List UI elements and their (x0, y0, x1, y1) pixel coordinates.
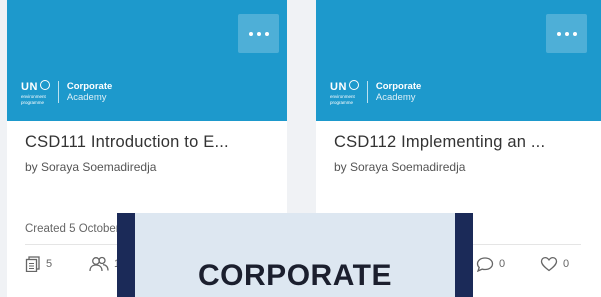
created-date: Created 5 October (25, 223, 120, 235)
overlay-panel: CORPORATE (135, 213, 455, 297)
course-title[interactable]: CSD112 Implementing an ... (334, 133, 581, 152)
logo-academy-line1: Corporate (66, 81, 113, 92)
globe-icon (39, 79, 50, 90)
likes-count: 0 (563, 258, 570, 270)
logo-un-text: UN (330, 80, 347, 93)
logo-divider (366, 81, 368, 103)
documents-icon (25, 256, 40, 272)
course-author: by Soraya Soemadiredja (334, 160, 466, 174)
logo-sub-1: environment (330, 93, 355, 99)
dot-icon (256, 31, 261, 36)
logo-un-text: UN (21, 80, 38, 93)
logo-sub-2: programme (21, 99, 45, 105)
logo-academy-line1: Corporate (375, 81, 422, 92)
course-banner: UN environment programme Corporate Acade… (316, 0, 601, 121)
more-options-button[interactable] (238, 14, 279, 53)
dot-icon (564, 31, 569, 36)
more-options-button[interactable] (546, 14, 587, 53)
users-icon (89, 256, 109, 272)
unep-academy-logo: UN environment programme Corporate Acade… (330, 79, 422, 105)
course-author: by Soraya Soemadiredja (25, 160, 157, 174)
globe-icon (348, 79, 359, 90)
overlay-title: CORPORATE (198, 259, 392, 292)
dot-icon (248, 31, 253, 36)
documents-count: 5 (46, 258, 53, 270)
logo-academy-line2: Academy (375, 92, 416, 103)
heart-icon (540, 256, 558, 272)
documents-stat[interactable]: 5 (25, 256, 52, 272)
dot-icon (264, 31, 269, 36)
dot-icon (556, 31, 561, 36)
logo-sub-2: programme (330, 99, 354, 105)
comment-icon (476, 257, 494, 272)
dot-icon (572, 31, 577, 36)
logo-sub-1: environment (21, 93, 46, 99)
likes-stat[interactable]: 0 (540, 256, 569, 272)
comments-stat[interactable]: 0 (476, 256, 505, 272)
unep-academy-logo: UN environment programme Corporate Acade… (21, 79, 113, 105)
logo-divider (57, 81, 59, 103)
course-title[interactable]: CSD111 Introduction to E... (25, 133, 273, 152)
corporate-overlay-badge: CORPORATE (117, 213, 473, 297)
comments-count: 0 (499, 258, 506, 270)
course-banner: UN environment programme Corporate Acade… (7, 0, 287, 121)
logo-academy-line2: Academy (66, 92, 107, 103)
